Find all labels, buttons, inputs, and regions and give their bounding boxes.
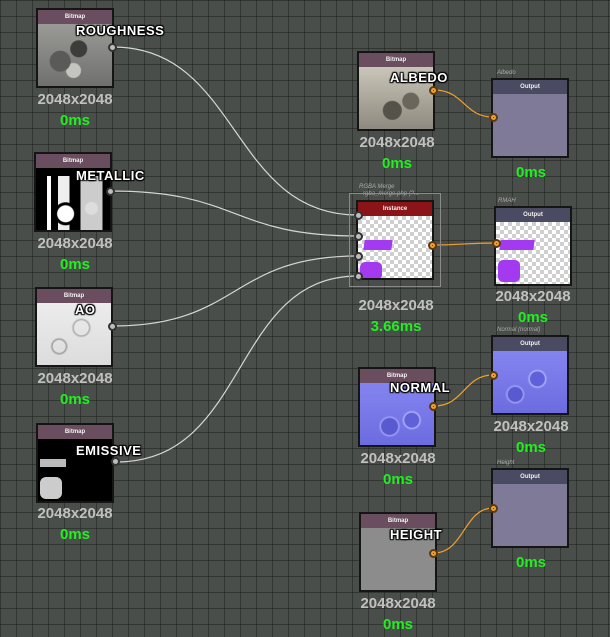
output-albedo-time: 0ms bbox=[515, 164, 547, 181]
rgba-merge-thumbnail bbox=[358, 216, 432, 278]
node-header: Bitmap bbox=[36, 154, 110, 168]
normal-resolution: 2048x2048 bbox=[360, 450, 436, 467]
output-rmah-resolution: 2048x2048 bbox=[495, 288, 571, 305]
bitmap-node-metallic[interactable]: Bitmap bbox=[34, 152, 112, 232]
ao-tag: AO bbox=[75, 302, 96, 317]
metallic-resolution: 2048x2048 bbox=[37, 235, 113, 252]
normal-output-port[interactable] bbox=[429, 402, 438, 411]
output-normal-resolution: 2048x2048 bbox=[493, 418, 569, 435]
roughness-tag: ROUGHNESS bbox=[76, 23, 165, 38]
normal-tag: NORMAL bbox=[390, 380, 451, 395]
normal-time: 0ms bbox=[382, 471, 414, 488]
output-height-time: 0ms bbox=[515, 554, 547, 571]
emissive-resolution: 2048x2048 bbox=[37, 505, 113, 522]
wire-height-to-output bbox=[433, 507, 494, 554]
emissive-output-port[interactable] bbox=[111, 457, 120, 466]
rgba-merge-subcaption: rgba_merge.php (?... bbox=[363, 191, 420, 197]
output-node-normal[interactable]: Output bbox=[491, 335, 569, 415]
roughness-output-port[interactable] bbox=[108, 43, 117, 52]
rgba-merge-input-a-port[interactable] bbox=[354, 272, 363, 281]
rgba-merge-caption: RGBA Merge bbox=[359, 184, 395, 190]
rgba-merge-resolution: 2048x2048 bbox=[358, 297, 434, 314]
ao-time: 0ms bbox=[59, 391, 91, 408]
node-header: Bitmap bbox=[38, 10, 112, 24]
bitmap-node-height[interactable]: Bitmap bbox=[359, 512, 437, 592]
output-rmah-input-port[interactable] bbox=[492, 239, 501, 248]
output-rmah-time: 0ms bbox=[517, 309, 549, 326]
rgba-merge-output-port[interactable] bbox=[428, 241, 437, 250]
output-normal-preview bbox=[493, 351, 567, 413]
albedo-resolution: 2048x2048 bbox=[359, 134, 435, 151]
albedo-tag: ALBEDO bbox=[390, 70, 448, 85]
emissive-time: 0ms bbox=[59, 526, 91, 543]
output-height-preview bbox=[493, 484, 567, 546]
node-header: Instance bbox=[358, 202, 432, 216]
node-header: Output bbox=[493, 470, 567, 484]
ao-resolution: 2048x2048 bbox=[37, 370, 113, 387]
output-node-height[interactable]: Output bbox=[491, 468, 569, 548]
output-normal-time: 0ms bbox=[515, 439, 547, 456]
ao-thumbnail bbox=[37, 303, 111, 365]
wire-roughness-to-merge bbox=[112, 46, 359, 216]
output-rmah-caption: RMAH bbox=[498, 198, 516, 204]
wire-emissive-to-merge bbox=[115, 275, 359, 463]
ao-output-port[interactable] bbox=[108, 322, 117, 331]
bitmap-node-roughness[interactable]: Bitmap bbox=[36, 8, 114, 88]
wire-metallic-to-merge bbox=[110, 190, 359, 237]
node-header: Output bbox=[493, 337, 567, 351]
height-output-port[interactable] bbox=[429, 549, 438, 558]
rgba-merge-input-g-port[interactable] bbox=[354, 232, 363, 241]
bitmap-node-ao[interactable]: Bitmap bbox=[35, 287, 113, 367]
rgba-merge-time: 3.66ms bbox=[370, 318, 422, 335]
output-albedo-preview bbox=[493, 94, 567, 156]
bitmap-node-emissive[interactable]: Bitmap bbox=[36, 423, 114, 503]
node-header: Output bbox=[496, 208, 570, 222]
node-header: Bitmap bbox=[38, 425, 112, 439]
bitmap-node-albedo[interactable]: Bitmap bbox=[357, 51, 435, 131]
wire-ao-to-merge bbox=[112, 255, 359, 327]
albedo-output-port[interactable] bbox=[429, 86, 438, 95]
output-albedo-caption: Albedo bbox=[497, 70, 516, 76]
height-tag: HEIGHT bbox=[390, 527, 443, 542]
height-time: 0ms bbox=[382, 616, 414, 633]
output-rmah-preview bbox=[496, 222, 570, 284]
height-resolution: 2048x2048 bbox=[360, 595, 436, 612]
output-height-input-port[interactable] bbox=[489, 504, 498, 513]
albedo-time: 0ms bbox=[381, 155, 413, 172]
rgba-merge-input-b-port[interactable] bbox=[354, 252, 363, 261]
metallic-output-port[interactable] bbox=[106, 187, 115, 196]
output-normal-input-port[interactable] bbox=[489, 371, 498, 380]
node-header: Bitmap bbox=[359, 53, 433, 67]
roughness-resolution: 2048x2048 bbox=[37, 91, 113, 108]
rgba-merge-node[interactable]: Instance bbox=[349, 193, 441, 287]
output-node-albedo[interactable]: Output bbox=[491, 78, 569, 158]
output-albedo-input-port[interactable] bbox=[489, 113, 498, 122]
emissive-tag: EMISSIVE bbox=[76, 443, 142, 458]
output-node-rmah[interactable]: Output bbox=[494, 206, 572, 286]
rgba-merge-input-r-port[interactable] bbox=[354, 211, 363, 220]
node-header: Output bbox=[493, 80, 567, 94]
wire-albedo-to-output bbox=[433, 89, 494, 118]
output-normal-caption: Normal (normal) bbox=[497, 327, 541, 333]
metallic-time: 0ms bbox=[59, 256, 91, 273]
metallic-tag: METALLIC bbox=[76, 168, 145, 183]
output-height-caption: Height bbox=[497, 460, 515, 466]
node-header: Bitmap bbox=[37, 289, 111, 303]
roughness-time: 0ms bbox=[59, 112, 91, 129]
wire-merge-to-rmah bbox=[432, 242, 497, 246]
bitmap-node-normal[interactable]: Bitmap bbox=[358, 367, 436, 447]
node-header: Bitmap bbox=[361, 514, 435, 528]
